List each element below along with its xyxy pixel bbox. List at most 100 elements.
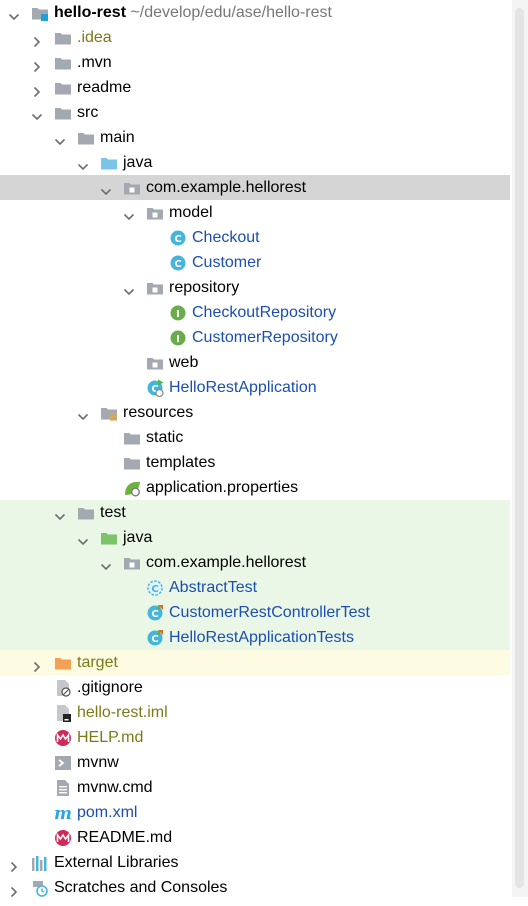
tree-row[interactable]: main	[0, 125, 510, 150]
class-icon: C	[169, 229, 187, 247]
iml-file-icon	[54, 704, 72, 722]
chevron-down-icon[interactable]	[100, 181, 112, 196]
tree-row[interactable]: .gitignore	[0, 675, 510, 700]
tree-row[interactable]: m pom.xml	[0, 800, 510, 825]
chevron-down-icon[interactable]	[123, 206, 135, 221]
tree-row[interactable]: I CustomerRepository	[0, 325, 510, 350]
chevron-down-icon[interactable]	[123, 281, 135, 296]
tree-row[interactable]: HELP.md	[0, 725, 510, 750]
tree-row[interactable]: .idea	[0, 25, 510, 50]
tree-row[interactable]: src	[0, 100, 510, 125]
tree-row[interactable]: templates	[0, 450, 510, 475]
package-icon	[123, 554, 141, 572]
chevron-right-icon[interactable]	[31, 31, 43, 48]
tree-row[interactable]: model	[0, 200, 510, 225]
tree-item-label: mvnw	[77, 754, 119, 771]
tree-row[interactable]: target	[0, 650, 510, 675]
tree-item-label: application.properties	[146, 479, 299, 496]
tree-row[interactable]: mvnw.cmd	[0, 775, 510, 800]
scrollbar-thumb[interactable]	[515, 8, 524, 888]
chevron-right-icon[interactable]	[8, 856, 20, 873]
excluded-folder-icon	[54, 654, 72, 672]
chevron-down-icon[interactable]	[54, 131, 66, 146]
tree-item-label: Scratches and Consoles	[54, 879, 228, 896]
tree-item-label: static	[146, 429, 184, 446]
chevron-down-icon[interactable]	[31, 106, 43, 121]
tree-item-label: com.example.hellorest	[146, 554, 307, 571]
project-tree: hello-rest ~/develop/edu/ase/hello-rest.…	[0, 0, 510, 900]
tree-item-label: AbstractTest	[169, 579, 258, 596]
ignore-file-icon	[54, 679, 72, 697]
tree-row[interactable]: C HelloRestApplicationTests	[0, 625, 510, 650]
libraries-icon	[31, 854, 49, 872]
tree-item-label: test	[100, 504, 126, 521]
tree-item-label: readme	[77, 79, 132, 96]
tree-row[interactable]: static	[0, 425, 510, 450]
chevron-down-icon[interactable]	[77, 156, 89, 171]
test-class-icon: C	[146, 629, 164, 647]
package-icon	[146, 354, 164, 372]
tree-row[interactable]: java	[0, 150, 510, 175]
abstract-class-icon: C	[146, 579, 164, 597]
tree-row[interactable]: C Customer	[0, 250, 510, 275]
tree-item-label: target	[77, 654, 118, 671]
tree-row[interactable]: External Libraries	[0, 850, 510, 875]
folder-icon	[77, 504, 95, 522]
svg-text:I: I	[176, 334, 180, 345]
tree-row[interactable]: C CustomerRestControllerTest	[0, 600, 510, 625]
tree-row[interactable]: I CheckoutRepository	[0, 300, 510, 325]
markdown-icon	[54, 829, 72, 847]
tree-item-label: Customer	[192, 254, 262, 271]
folder-icon	[54, 29, 72, 47]
svg-text:m: m	[54, 804, 72, 822]
tree-row[interactable]: Scratches and Consoles	[0, 875, 510, 900]
chevron-down-icon[interactable]	[8, 6, 20, 21]
tree-row[interactable]: C HelloRestApplication	[0, 375, 510, 400]
package-icon	[146, 204, 164, 222]
folder-icon	[54, 104, 72, 122]
tree-row[interactable]: resources	[0, 400, 510, 425]
module-folder-icon	[31, 4, 49, 22]
tree-row[interactable]: C Checkout	[0, 225, 510, 250]
tree-row[interactable]: C AbstractTest	[0, 575, 510, 600]
tree-row[interactable]: hello-rest ~/develop/edu/ase/hello-rest	[0, 0, 510, 25]
chevron-right-icon[interactable]	[31, 56, 43, 73]
spring-properties-icon	[123, 479, 141, 497]
tree-item-label: CheckoutRepository	[192, 304, 337, 321]
tree-row[interactable]: README.md	[0, 825, 510, 850]
folder-icon	[77, 129, 95, 147]
tree-item-label: com.example.hellorest	[146, 179, 307, 196]
chevron-down-icon[interactable]	[100, 556, 112, 571]
tree-row[interactable]: mvnw	[0, 750, 510, 775]
project-path: ~/develop/edu/ase/hello-rest	[126, 4, 332, 21]
chevron-right-icon[interactable]	[31, 656, 43, 673]
chevron-down-icon[interactable]	[77, 531, 89, 546]
tree-item-label: External Libraries	[54, 854, 179, 871]
tree-row[interactable]: test	[0, 500, 510, 525]
tree-item-label: resources	[123, 404, 194, 421]
chevron-down-icon[interactable]	[77, 406, 89, 421]
tree-row[interactable]: java	[0, 525, 510, 550]
tree-row[interactable]: com.example.hellorest	[0, 175, 510, 200]
tree-row[interactable]: application.properties	[0, 475, 510, 500]
class-icon: C	[169, 254, 187, 272]
tree-item-label: java	[123, 529, 153, 546]
tree-item-label: HELP.md	[77, 729, 144, 746]
tree-row[interactable]: web	[0, 350, 510, 375]
tree-row[interactable]: hello-rest.iml	[0, 700, 510, 725]
shell-script-icon	[54, 754, 72, 772]
tree-item-label: .gitignore	[77, 679, 143, 696]
tree-item-label: src	[77, 104, 99, 121]
tree-row[interactable]: repository	[0, 275, 510, 300]
tree-row[interactable]: .mvn	[0, 50, 510, 75]
chevron-right-icon[interactable]	[31, 81, 43, 98]
chevron-down-icon[interactable]	[54, 506, 66, 521]
chevron-right-icon[interactable]	[8, 881, 20, 898]
tree-row[interactable]: com.example.hellorest	[0, 550, 510, 575]
tree-row[interactable]: readme	[0, 75, 510, 100]
tree-item-label: README.md	[77, 829, 173, 846]
source-folder-icon	[100, 154, 118, 172]
markdown-icon	[54, 729, 72, 747]
spring-boot-app-icon: C	[146, 379, 164, 398]
tree-item-label: repository	[169, 279, 240, 296]
